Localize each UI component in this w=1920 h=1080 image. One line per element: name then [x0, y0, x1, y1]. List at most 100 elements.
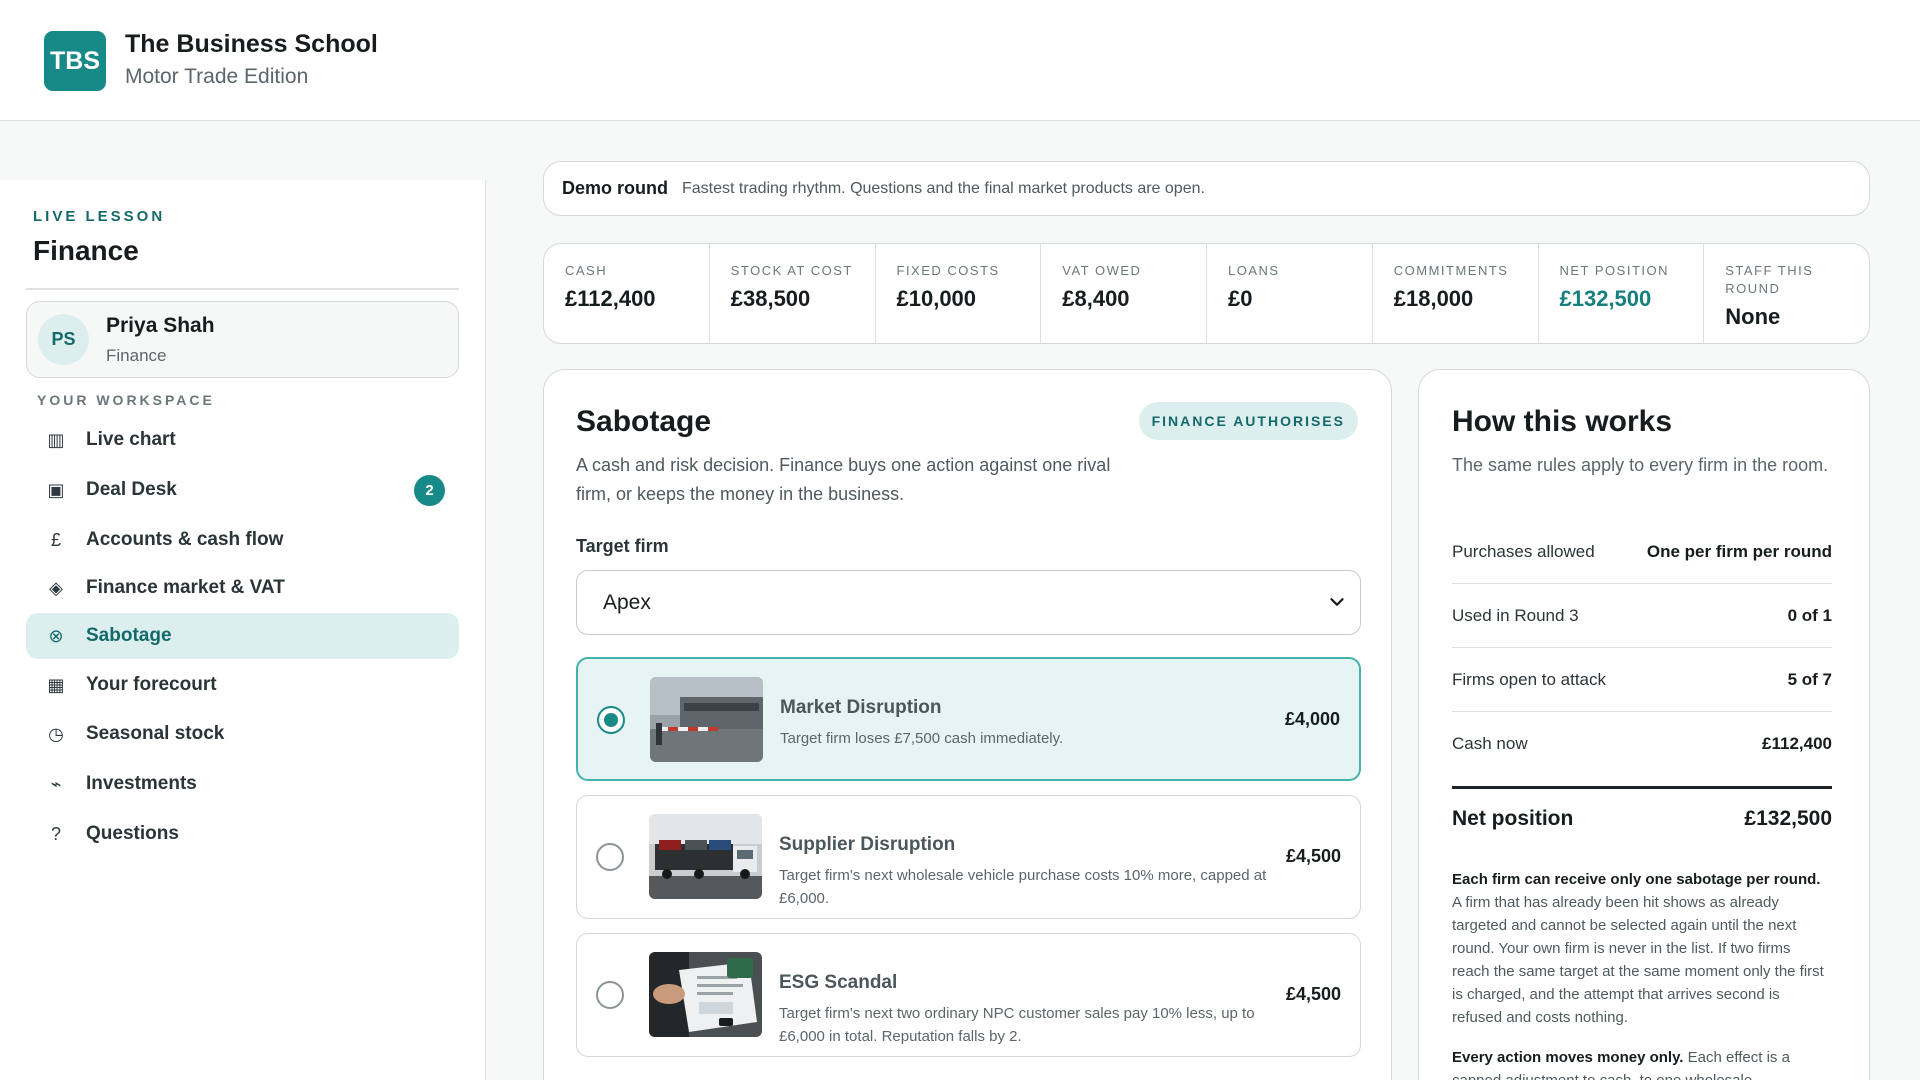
stat-value: £8,400: [1062, 286, 1130, 311]
stat-label: CASH: [565, 263, 608, 278]
stat-label: STOCK AT COST: [730, 263, 853, 278]
rule-key: Firms open to attack: [1452, 669, 1607, 689]
grid-icon: ▦: [47, 674, 65, 695]
radio-selected-dot: [604, 713, 618, 727]
clock-icon: ◷: [48, 723, 64, 744]
how-description: The same rules apply to every firm in th…: [1452, 455, 1829, 475]
workspace-label: YOUR WORKSPACE: [37, 392, 215, 408]
sidebar: LIVE LESSON Finance PS Priya Shah Financ…: [0, 180, 486, 1080]
market-disruption-photo: [650, 677, 763, 762]
stat-label: NET POSITION: [1559, 263, 1669, 278]
net-position-row: Net position £132,500: [1452, 807, 1832, 831]
sidebar-item-label: Live chart: [86, 429, 176, 450]
sidebar-item-label: Investments: [86, 773, 197, 794]
sidebar-item-label: Deal Desk: [86, 479, 177, 500]
sidebar-item-forecourt[interactable]: ▦ Your forecourt: [26, 662, 459, 708]
sidebar-item-deal-desk[interactable]: ▣ Deal Desk 2: [26, 467, 459, 513]
sidebar-item-questions[interactable]: ? Questions: [26, 811, 459, 857]
profile-name: Priya Shah: [106, 314, 215, 337]
stat-loans: LOANS £0: [1207, 244, 1373, 343]
stat-label: FIXED COSTS: [896, 263, 1000, 278]
stat-fixed-costs: FIXED COSTS £10,000: [876, 244, 1042, 343]
total-divider: [1452, 786, 1832, 789]
option-title: ESG Scandal: [779, 972, 898, 993]
net-position-value: £132,500: [1744, 807, 1832, 830]
rule-value: One per firm per round: [1646, 541, 1832, 561]
sabotage-card: Sabotage FINANCE AUTHORISES A cash and r…: [543, 369, 1392, 1080]
option-title: Market Disruption: [780, 697, 942, 718]
stat-vat-owed: VAT OWED £8,400: [1041, 244, 1207, 343]
option-supplier-disruption[interactable]: Supplier Disruption Target firm's next w…: [576, 795, 1361, 919]
sidebar-item-label: Accounts & cash flow: [86, 529, 284, 550]
profile-role: Finance: [106, 346, 167, 365]
stat-net-position: NET POSITION £132,500: [1539, 244, 1705, 343]
rule-value: 5 of 7: [1787, 669, 1832, 689]
radio-button[interactable]: [596, 843, 624, 871]
rule-value: 0 of 1: [1787, 605, 1832, 625]
rules-note-two: Every action moves money only. Each effe…: [1452, 1046, 1832, 1080]
finance-authorises-badge: FINANCE AUTHORISES: [1138, 402, 1358, 440]
round-name: Demo round: [562, 178, 668, 198]
sabotage-title: Sabotage: [576, 405, 712, 438]
sidebar-item-accounts[interactable]: £ Accounts & cash flow: [26, 517, 459, 563]
stat-value: £132,500: [1559, 286, 1652, 311]
target-firm-value: Apex: [603, 590, 651, 614]
stat-staff-this-round: STAFF THIS ROUND None: [1704, 244, 1869, 343]
stat-commitments: COMMITMENTS £18,000: [1373, 244, 1539, 343]
option-title: Supplier Disruption: [779, 834, 956, 855]
radio-button[interactable]: [596, 981, 624, 1009]
tbs-logo[interactable]: TBS: [44, 31, 106, 91]
radio-button[interactable]: [597, 706, 625, 734]
round-description: Fastest trading rhythm. Questions and th…: [682, 179, 1205, 197]
rules-note-one-lead: Each firm can receive only one sabotage …: [1452, 871, 1821, 888]
option-esg-scandal[interactable]: ESG Scandal Target firm's next two ordin…: [576, 933, 1361, 1057]
stat-label: COMMITMENTS: [1393, 263, 1509, 278]
sidebar-item-label: Finance market & VAT: [86, 577, 285, 598]
lesson-title: Finance: [33, 235, 139, 266]
rules-note-one: Each firm can receive only one sabotage …: [1452, 868, 1832, 1029]
esg-scandal-photo: [649, 952, 762, 1037]
live-lesson-label: LIVE LESSON: [33, 208, 166, 225]
sidebar-item-sabotage[interactable]: ⊗ Sabotage: [26, 613, 459, 659]
how-title: How this works: [1452, 405, 1673, 438]
stat-cash: CASH £112,400: [544, 244, 710, 343]
rule-key: Used in Round 3: [1452, 605, 1579, 625]
target-firm-select[interactable]: Apex: [576, 570, 1361, 635]
sidebar-item-label: Questions: [86, 823, 179, 844]
option-market-disruption[interactable]: Market Disruption Target firm loses £7,5…: [576, 657, 1361, 781]
option-price: £4,500: [1285, 846, 1341, 866]
rule-row: Cash now £112,400: [1452, 712, 1832, 776]
option-description: Target firm's next two ordinary NPC cust…: [779, 1005, 1255, 1045]
option-description: Target firm loses £7,500 cash immediatel…: [780, 730, 1064, 747]
rule-row: Used in Round 3 0 of 1: [1452, 584, 1832, 648]
sabotage-description: A cash and risk decision. Finance buys o…: [576, 455, 1111, 504]
question-icon: ?: [50, 823, 61, 844]
chevron-down-icon: [1330, 598, 1344, 606]
sabotage-icon: ⊗: [48, 625, 64, 646]
app-header: TBS The Business School Motor Trade Edit…: [0, 0, 1920, 121]
diamond-icon: ◈: [49, 577, 63, 598]
rule-value: £112,400: [1762, 734, 1832, 753]
avatar: PS: [38, 314, 89, 365]
brand-subtitle: Motor Trade Edition: [125, 65, 309, 88]
option-price: £4,500: [1285, 984, 1341, 1004]
profile-card[interactable]: PS Priya Shah Finance: [26, 301, 459, 378]
stat-stock-at-cost: STOCK AT COST £38,500: [710, 244, 876, 343]
target-firm-label: Target firm: [576, 536, 669, 556]
rule-key: Cash now: [1452, 734, 1528, 753]
rule-key: Purchases allowed: [1452, 541, 1595, 561]
sidebar-item-finance-market[interactable]: ◈ Finance market & VAT: [26, 565, 459, 611]
sidebar-item-live-chart[interactable]: ▥ Live chart: [26, 417, 459, 463]
stat-value: £0: [1228, 286, 1253, 311]
sidebar-item-label: Seasonal stock: [86, 723, 225, 744]
notification-badge: 2: [414, 475, 445, 506]
sidebar-item-label: Sabotage: [86, 625, 172, 646]
stat-value: £38,500: [730, 286, 811, 311]
sidebar-item-investments[interactable]: ⌁ Investments: [26, 761, 459, 807]
deal-desk-icon: ▣: [47, 479, 65, 500]
stat-label: VAT OWED: [1062, 263, 1142, 278]
stat-value: £10,000: [896, 286, 977, 311]
sidebar-divider: [26, 288, 459, 290]
sidebar-item-seasonal-stock[interactable]: ◷ Seasonal stock: [26, 711, 459, 757]
option-description: Target firm's next wholesale vehicle pur…: [779, 867, 1267, 907]
